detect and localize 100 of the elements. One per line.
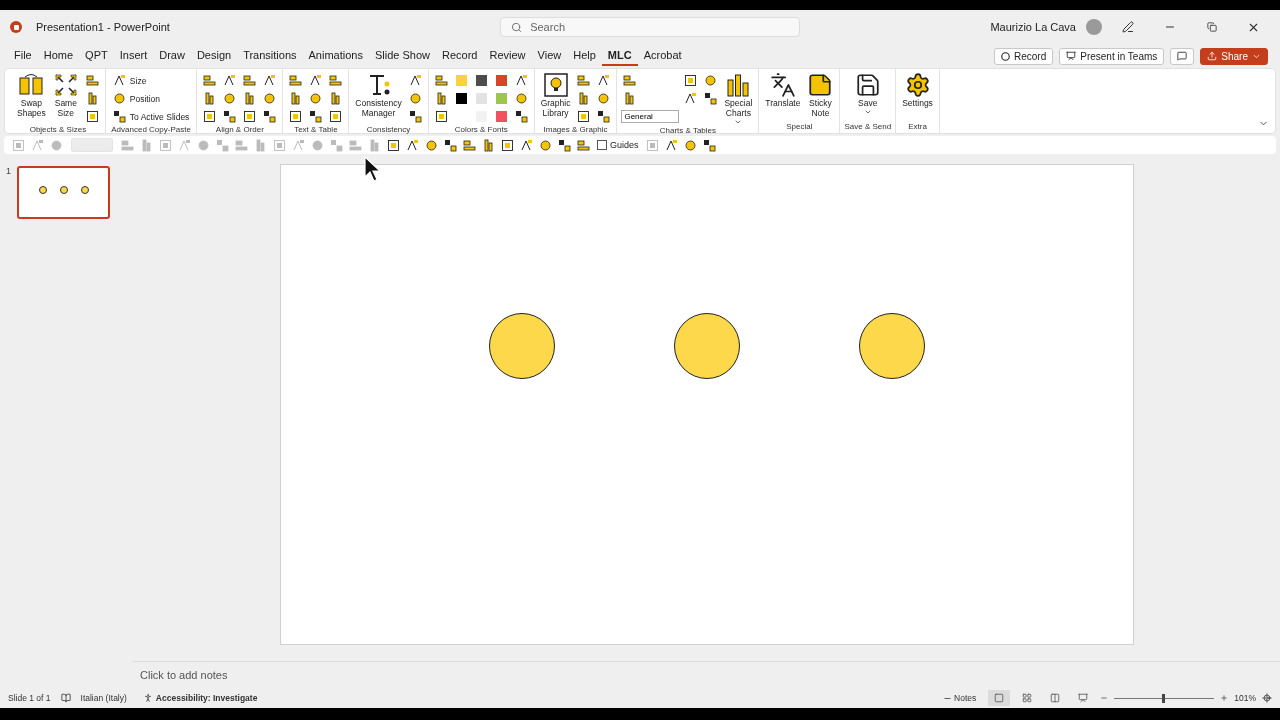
tool-icon: [254, 138, 267, 152]
ribbon-button[interactable]: Graphic Library: [538, 72, 573, 118]
tool-icon: [289, 110, 303, 123]
ribbon-icon-button[interactable]: [287, 72, 305, 89]
menu-tab[interactable]: Design: [190, 46, 238, 66]
ribbon-icon-button[interactable]: [702, 90, 720, 107]
menu-tab[interactable]: MLC: [601, 46, 638, 66]
tool-icon: [597, 92, 611, 105]
ribbon-icon-button[interactable]: [595, 108, 613, 125]
notes-button[interactable]: Notes: [937, 692, 983, 704]
slide-thumbnail[interactable]: [17, 166, 110, 219]
tool-icon: [85, 74, 99, 87]
fit-to-window-icon[interactable]: [1262, 693, 1272, 703]
menu-tab[interactable]: View: [531, 46, 568, 66]
slide-number: 1: [6, 166, 11, 176]
toolbar-button[interactable]: [423, 137, 440, 153]
record-button[interactable]: Record: [994, 47, 1054, 65]
toolbar-button[interactable]: [442, 137, 459, 153]
zoom-in-icon[interactable]: [1220, 694, 1229, 702]
color-swatch[interactable]: [495, 111, 507, 122]
menu-tab[interactable]: Review: [483, 46, 532, 66]
ribbon-icon-button[interactable]: [432, 72, 450, 89]
tool-icon: [406, 138, 419, 152]
ribbon-button[interactable]: Consistency Manager: [353, 72, 404, 118]
accessibility-icon: [142, 693, 153, 703]
book-icon[interactable]: [60, 693, 71, 703]
group-label: Align & Order: [215, 125, 264, 134]
ribbon-icon-button[interactable]: [327, 72, 345, 89]
accessibility-status[interactable]: Accessibility: Investigate: [136, 692, 264, 704]
tool-icon: [434, 92, 448, 105]
menu-tab[interactable]: Record: [436, 46, 484, 66]
tool-icon: [408, 74, 422, 87]
mini-circle: [80, 186, 89, 194]
toolbar-button[interactable]: [385, 137, 402, 153]
menu-tab[interactable]: Animations: [302, 46, 369, 66]
ribbon-icon-button[interactable]: [83, 72, 101, 89]
ribbon-icon-button[interactable]: [201, 72, 219, 89]
color-swatch[interactable]: [495, 75, 507, 86]
color-swatch[interactable]: [455, 93, 467, 104]
color-swatch[interactable]: [475, 93, 487, 104]
ribbon-button[interactable]: Translate: [763, 72, 803, 108]
toolbar-button[interactable]: [537, 137, 554, 153]
normal-view-icon: [994, 693, 1005, 703]
share-button[interactable]: Share: [1200, 47, 1268, 65]
zoom-thumb[interactable]: [1162, 693, 1166, 703]
menu-tab[interactable]: QPT: [79, 46, 114, 66]
ribbon-button[interactable]: Position: [109, 90, 193, 107]
ribbon-icon-button[interactable]: [221, 108, 239, 125]
tool-icon: [112, 92, 126, 105]
toolbar-button[interactable]: [518, 137, 535, 153]
ribbon-icon-button[interactable]: [575, 72, 593, 89]
tool-icon: [623, 92, 637, 105]
menu-tab[interactable]: File: [8, 46, 38, 66]
toolbar-button[interactable]: [499, 137, 516, 153]
tool-icon: [273, 138, 286, 152]
guides-checkbox[interactable]: Guides: [594, 140, 642, 150]
tool-icon: [684, 92, 698, 105]
ribbon-button[interactable]: Special Charts: [722, 72, 755, 126]
ribbon-button[interactable]: To Active Slides: [109, 108, 193, 125]
ribbon-icon-button[interactable]: [307, 108, 325, 125]
menu-tab[interactable]: Help: [567, 46, 602, 66]
tool-icon: [235, 138, 248, 152]
toolbar-button[interactable]: [556, 137, 573, 153]
notes-field[interactable]: Click to add notes: [140, 669, 228, 681]
zoom-level: 101%: [1234, 693, 1256, 703]
menu-tab[interactable]: Acrobat: [637, 46, 688, 66]
user-name: Maurizio La Cava: [990, 21, 1076, 33]
tool-icon: [292, 138, 305, 152]
tool-icon: [289, 92, 303, 105]
language[interactable]: Italian (Italy): [80, 693, 127, 703]
ribbon-button[interactable]: Swap Shapes: [15, 72, 48, 118]
toolbar-button[interactable]: [404, 137, 421, 153]
ribbon-button[interactable]: Settings: [900, 72, 935, 108]
menu-tab[interactable]: Transitions: [237, 46, 303, 66]
comments-button[interactable]: [1170, 47, 1195, 65]
search-field[interactable]: Search: [500, 17, 801, 37]
slideshow-icon: [1078, 693, 1089, 703]
color-swatch[interactable]: [495, 93, 507, 104]
ribbon-button[interactable]: Same Size: [50, 72, 81, 118]
color-swatch[interactable]: [475, 75, 487, 86]
toolbar-button[interactable]: [575, 137, 592, 153]
ribbon-button[interactable]: Size: [109, 72, 193, 89]
view-button[interactable]: [988, 690, 1011, 706]
number-format-select[interactable]: General: [621, 110, 680, 123]
menu-tab[interactable]: Slide Show: [368, 46, 436, 66]
menu-tab[interactable]: Draw: [153, 46, 191, 66]
ribbon-icon-button[interactable]: [621, 72, 639, 89]
menu-tab[interactable]: Home: [37, 46, 80, 66]
tool-icon: [329, 74, 343, 87]
lightbulb-icon: [542, 72, 569, 98]
color-swatch[interactable]: [455, 75, 467, 86]
ribbon-icon-button[interactable]: [241, 72, 259, 89]
ribbon-button[interactable]: Sticky Note: [805, 72, 836, 118]
menu-tab[interactable]: Insert: [113, 46, 154, 66]
sticky-note-icon: [807, 72, 834, 98]
present-in-teams-button[interactable]: Present in Teams: [1059, 47, 1165, 65]
ribbon-button[interactable]: Save: [852, 72, 883, 116]
tool-icon: [539, 138, 552, 152]
ribbon-icon-button[interactable]: [261, 108, 279, 125]
toolbar-button[interactable]: [461, 137, 478, 153]
